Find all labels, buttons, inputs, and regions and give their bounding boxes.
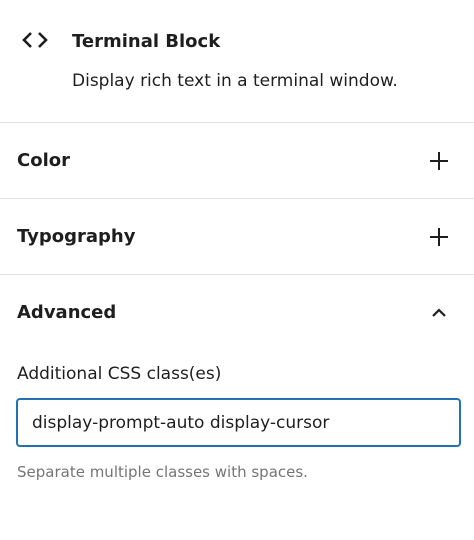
- plus-icon: [428, 226, 450, 248]
- block-inspector: Terminal Block Display rich text in a te…: [0, 0, 474, 540]
- panel-color-toggle[interactable]: Color: [0, 123, 474, 199]
- panel-title: Color: [17, 150, 70, 171]
- css-class-label: Additional CSS class(es): [17, 364, 222, 384]
- panel-color: Color: [0, 123, 474, 199]
- chevron-up-icon: [428, 302, 450, 324]
- block-title: Terminal Block: [72, 31, 221, 52]
- panel-typography: Typography: [0, 199, 474, 275]
- css-class-help-text: Separate multiple classes with spaces.: [17, 463, 308, 481]
- panel-title: Typography: [17, 226, 136, 247]
- panel-advanced-toggle[interactable]: Advanced: [0, 275, 474, 351]
- css-class-input[interactable]: [16, 398, 461, 447]
- panel-title: Advanced: [17, 302, 117, 323]
- panel-typography-toggle[interactable]: Typography: [0, 199, 474, 275]
- code-brackets-icon: [22, 30, 48, 50]
- block-card: Terminal Block Display rich text in a te…: [0, 0, 474, 123]
- plus-icon: [428, 150, 450, 172]
- block-description: Display rich text in a terminal window.: [72, 71, 398, 91]
